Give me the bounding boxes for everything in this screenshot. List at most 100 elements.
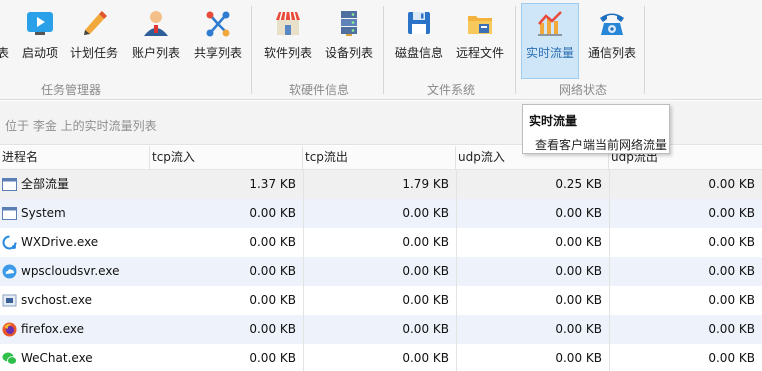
ribbon-button-shares[interactable]: 共享列表 — [192, 4, 244, 66]
process-name: svchost.exe — [21, 293, 92, 307]
column-header-process-name[interactable]: 进程名 — [0, 146, 150, 170]
udp-out-value: 0.00 KB — [708, 206, 755, 220]
ribbon-button-label: 远程文件 — [455, 46, 504, 60]
startup-icon — [23, 6, 57, 40]
udp-out-value: 0.00 KB — [708, 235, 755, 249]
udp-in-value: 0.00 KB — [555, 235, 602, 249]
tcp-out-value: 0.00 KB — [402, 264, 449, 278]
tooltip-description: 查看客户端当前网络流量 — [535, 138, 668, 152]
udp-in-value: 0.00 KB — [555, 206, 602, 220]
ribbon-separator — [251, 6, 252, 94]
window-icon — [2, 177, 17, 192]
tcp-in-value: 1.37 KB — [249, 177, 296, 191]
ribbon-button-tasks[interactable]: 计划任务 — [68, 4, 120, 66]
group-label-hardware-software: 软硬件信息 — [289, 83, 350, 97]
pencil-icon — [77, 6, 111, 40]
ribbon-button-label: 账户列表 — [131, 46, 180, 60]
udp-out-value: 0.00 KB — [708, 264, 755, 278]
table-row[interactable]: 全部流量 1.37 KB 1.79 KB 0.25 KB 0.00 KB — [0, 170, 762, 199]
udp-in-value: 0.25 KB — [555, 177, 602, 191]
table-row[interactable]: System 0.00 KB 0.00 KB 0.00 KB 0.00 KB — [0, 199, 762, 228]
process-name: WXDrive.exe — [21, 235, 99, 249]
group-label-network-status: 网络状态 — [559, 83, 608, 97]
store-icon — [271, 6, 305, 40]
tooltip-title: 实时流量 — [529, 114, 578, 128]
telephone-icon — [595, 6, 629, 40]
process-name: WeChat.exe — [21, 351, 93, 365]
ribbon-separator — [644, 6, 645, 94]
ribbon-button-label: 共享列表 — [193, 46, 242, 60]
tcp-in-value: 0.00 KB — [249, 235, 296, 249]
ribbon-button-comms[interactable]: 通信列表 — [586, 4, 638, 66]
tcp-in-value: 0.00 KB — [249, 206, 296, 220]
udp-out-value: 0.00 KB — [708, 177, 755, 191]
column-header-tcp-in[interactable]: tcp流入 — [150, 146, 303, 170]
udp-out-value: 0.00 KB — [708, 351, 755, 365]
ribbon-button-label: 启动项 — [21, 46, 58, 60]
ribbon-button-software[interactable]: 软件列表 — [262, 4, 314, 66]
chart-icon — [533, 6, 567, 40]
column-header-tcp-out[interactable]: tcp流出 — [303, 146, 456, 170]
ribbon-button-devices[interactable]: 设备列表 — [323, 4, 375, 66]
tcp-in-value: 0.00 KB — [249, 293, 296, 307]
floppy-disk-icon — [402, 6, 436, 40]
tcp-in-value: 0.00 KB — [249, 322, 296, 336]
firefox-icon — [2, 322, 17, 337]
process-name: firefox.exe — [21, 322, 85, 336]
tcp-in-value: 0.00 KB — [249, 351, 296, 365]
process-name: wpscloudsvr.exe — [21, 264, 120, 278]
server-icon — [332, 6, 366, 40]
tcp-out-value: 0.00 KB — [402, 293, 449, 307]
table-row[interactable]: wpscloudsvr.exe 0.00 KB 0.00 KB 0.00 KB … — [0, 257, 762, 286]
ribbon-button-partial[interactable]: 表 — [0, 4, 10, 66]
group-label-task-manager: 任务管理器 — [41, 83, 102, 97]
tcp-in-value: 0.00 KB — [249, 264, 296, 278]
tcp-out-value: 0.00 KB — [402, 322, 449, 336]
table-row[interactable]: WXDrive.exe 0.00 KB 0.00 KB 0.00 KB 0.00… — [0, 228, 762, 257]
ribbon-button-label: 软件列表 — [263, 46, 312, 60]
process-name: System — [21, 206, 66, 220]
cloud-icon — [2, 264, 17, 279]
user-icon — [139, 6, 173, 40]
svchost-icon — [2, 293, 17, 308]
ribbon-separator — [515, 6, 516, 94]
column-divider — [609, 170, 610, 371]
udp-in-value: 0.00 KB — [555, 264, 602, 278]
udp-in-value: 0.00 KB — [555, 351, 602, 365]
table-row[interactable]: WeChat.exe 0.00 KB 0.00 KB 0.00 KB 0.00 … — [0, 344, 762, 371]
ribbon-button-startup[interactable]: 启动项 — [20, 4, 60, 66]
ribbon-button-label: 设备列表 — [324, 46, 373, 60]
udp-out-value: 0.00 KB — [708, 322, 755, 336]
ribbon-button-label: 表 — [0, 46, 9, 60]
table-row[interactable]: firefox.exe 0.00 KB 0.00 KB 0.00 KB 0.00… — [0, 315, 762, 344]
ribbon-button-remotefiles[interactable]: 远程文件 — [454, 4, 506, 66]
window-icon — [2, 206, 17, 221]
column-divider — [456, 170, 457, 371]
udp-in-value: 0.00 KB — [555, 293, 602, 307]
tcp-out-value: 0.00 KB — [402, 235, 449, 249]
ribbon-separator — [383, 6, 384, 94]
process-name: 全部流量 — [21, 177, 70, 191]
wechat-icon — [2, 351, 17, 366]
ribbon-button-accounts[interactable]: 账户列表 — [130, 4, 182, 66]
tcp-out-value: 0.00 KB — [402, 351, 449, 365]
ribbon-button-traffic[interactable]: 实时流量 — [521, 3, 579, 79]
folder-icon — [463, 6, 497, 40]
tcp-out-value: 1.79 KB — [402, 177, 449, 191]
group-label-file-system: 文件系统 — [427, 83, 476, 97]
ribbon-button-label: 计划任务 — [69, 46, 118, 60]
udp-in-value: 0.00 KB — [555, 322, 602, 336]
table-row[interactable]: svchost.exe 0.00 KB 0.00 KB 0.00 KB 0.00… — [0, 286, 762, 315]
ribbon-button-label: 实时流量 — [525, 46, 574, 60]
partial-icon — [0, 6, 20, 40]
location-text: 位于 李金 上的实时流量列表 — [5, 119, 157, 133]
tooltip: 实时流量 查看客户端当前网络流量 — [522, 104, 670, 154]
wxdrive-icon — [2, 235, 17, 250]
column-divider — [303, 170, 304, 371]
ribbon-button-label: 通信列表 — [587, 46, 636, 60]
ribbon-button-disk[interactable]: 磁盘信息 — [393, 4, 445, 66]
ribbon-button-label: 磁盘信息 — [394, 46, 443, 60]
udp-out-value: 0.00 KB — [708, 293, 755, 307]
share-icon — [201, 6, 235, 40]
ribbon-toolbar: 表 启动项 计划任务 账户列表 共享列表 软件列表 设备列表 磁盘信息 远程文件… — [0, 0, 762, 100]
